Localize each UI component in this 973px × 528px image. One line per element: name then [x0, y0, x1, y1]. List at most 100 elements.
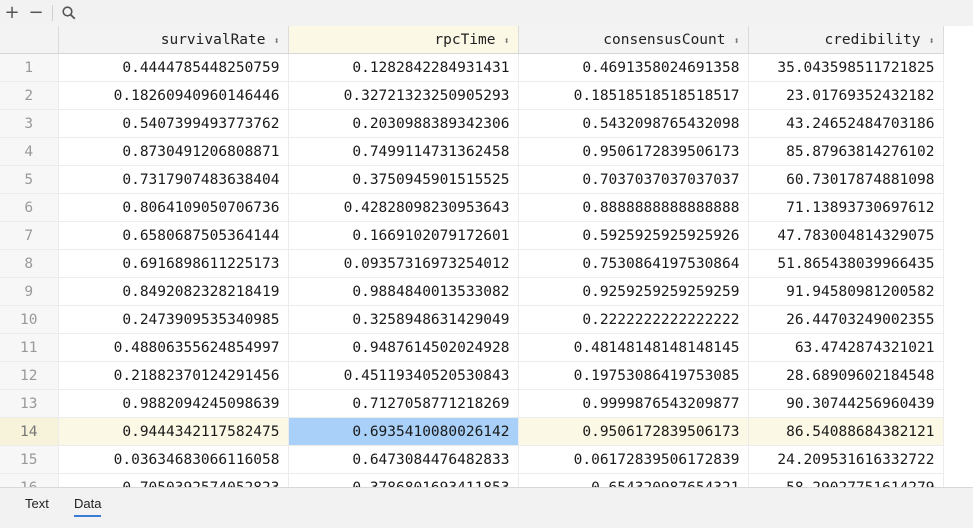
table-cell[interactable]: 0.1282842284931431 [288, 53, 519, 82]
column-header-credibility[interactable]: credibility ⬍ [748, 26, 944, 54]
table-cell[interactable]: 91.94580981200582 [748, 277, 944, 306]
table-cell[interactable]: 0.19753086419753085 [518, 361, 749, 390]
table-cell[interactable]: 0.6935410080026142 [288, 417, 519, 446]
table-row[interactable]: 3 0.5407399493773762 0.2030988389342306 0.5… [0, 109, 944, 138]
table-cell[interactable]: 0.4444785448250759 [58, 53, 289, 82]
table-cell[interactable]: 28.68909602184548 [748, 361, 944, 390]
add-row-button[interactable]: + [0, 1, 24, 25]
table-cell[interactable]: 0.9506172839506173 [518, 137, 749, 166]
table-cell[interactable]: 0.2473909535340985 [58, 305, 289, 334]
table-cell[interactable]: 0.8888888888888888 [518, 193, 749, 222]
table-cell[interactable]: 0.9884840013533082 [288, 277, 519, 306]
table-cell[interactable]: 0.9999876543209877 [518, 389, 749, 418]
table-cell[interactable]: 0.18260940960146446 [58, 81, 289, 110]
row-number: 1 [0, 53, 59, 82]
table-cell[interactable]: 0.8492082328218419 [58, 277, 289, 306]
table-cell[interactable]: 58.29027751614279 [748, 473, 944, 487]
table-row[interactable]: 6 0.8064109050706736 0.42828098230953643 0.… [0, 193, 944, 222]
table-cell[interactable]: 0.7050392574052823 [58, 473, 289, 487]
table-row[interactable]: 14 0.9444342117582475 0.6935410080026142 0.… [0, 417, 944, 446]
search-icon[interactable] [57, 1, 81, 25]
table-cell[interactable]: 26.44703249002355 [748, 305, 944, 334]
table-row[interactable]: 10 0.2473909535340985 0.3258948631429049 0.… [0, 305, 944, 334]
table-cell[interactable]: 0.3750945901515525 [288, 165, 519, 194]
row-number: 9 [0, 277, 59, 306]
table-cell[interactable]: 90.30744256960439 [748, 389, 944, 418]
tab-data[interactable]: Data [74, 496, 102, 517]
table-row[interactable]: 5 0.7317907483638404 0.3750945901515525 0.7… [0, 165, 944, 194]
table-cell[interactable]: 0.9882094245098639 [58, 389, 289, 418]
table-cell[interactable]: 0.7499114731362458 [288, 137, 519, 166]
column-header-survivalrate[interactable]: survivalRate ⬍ [58, 26, 289, 54]
table-cell[interactable]: 0.7317907483638404 [58, 165, 289, 194]
table-cell[interactable]: 0.9444342117582475 [58, 417, 289, 446]
table-cell[interactable]: 86.54088684382121 [748, 417, 944, 446]
table-cell[interactable]: 0.7530864197530864 [518, 249, 749, 278]
table-row[interactable]: 8 0.6916898611225173 0.09357316973254012 0.… [0, 249, 944, 278]
table-row[interactable]: 11 0.48806355624854997 0.9487614502024928 0… [0, 333, 944, 362]
table-row[interactable]: 1 0.4444785448250759 0.1282842284931431 0.4… [0, 53, 944, 82]
table-cell[interactable]: 0.7127058771218269 [288, 389, 519, 418]
table-cell[interactable]: 85.87963814276102 [748, 137, 944, 166]
row-number: 4 [0, 137, 59, 166]
table-cell[interactable]: 51.865438039966435 [748, 249, 944, 278]
table-cell[interactable]: 63.4742874321021 [748, 333, 944, 362]
table-row[interactable]: 13 0.9882094245098639 0.7127058771218269 0.… [0, 389, 944, 418]
table-cell[interactable]: 0.5432098765432098 [518, 109, 749, 138]
table-cell[interactable]: 0.5925925925925926 [518, 221, 749, 250]
table-cell[interactable]: 0.5407399493773762 [58, 109, 289, 138]
table-cell[interactable]: 0.03634683066116058 [58, 445, 289, 474]
table-cell[interactable]: 0.8730491206808871 [58, 137, 289, 166]
table-cell[interactable]: 0.8064109050706736 [58, 193, 289, 222]
remove-row-button[interactable]: − [24, 1, 48, 25]
sort-icon[interactable]: ⬍ [732, 36, 739, 47]
table-cell[interactable]: 0.06172839506172839 [518, 445, 749, 474]
sort-icon[interactable]: ⬍ [502, 36, 509, 47]
table-row[interactable]: 7 0.6580687505364144 0.1669102079172601 0.5… [0, 221, 944, 250]
table-cell[interactable]: 47.783004814329075 [748, 221, 944, 250]
table-cell[interactable]: 43.24652484703186 [748, 109, 944, 138]
table-cell[interactable]: 0.9506172839506173 [518, 417, 749, 446]
table-cell[interactable]: 0.21882370124291456 [58, 361, 289, 390]
table-cell[interactable]: 0.4691358024691358 [518, 53, 749, 82]
table-cell[interactable]: 0.18518518518518517 [518, 81, 749, 110]
table-row[interactable]: 15 0.03634683066116058 0.6473084476482833 0… [0, 445, 944, 474]
row-number: 11 [0, 333, 59, 362]
table-cell[interactable]: 0.7037037037037037 [518, 165, 749, 194]
table-cell[interactable]: 0.45119340520530843 [288, 361, 519, 390]
table-cell[interactable]: 0.09357316973254012 [288, 249, 519, 278]
table-row[interactable]: 9 0.8492082328218419 0.9884840013533082 0.9… [0, 277, 944, 306]
table-cell[interactable]: 0.48148148148148145 [518, 333, 749, 362]
table-cell[interactable]: 0.6580687505364144 [58, 221, 289, 250]
table-cell[interactable]: 0.9487614502024928 [288, 333, 519, 362]
table-cell[interactable]: 0.654320987654321 [518, 473, 749, 487]
table-cell[interactable]: 23.01769352432182 [748, 81, 944, 110]
toolbar-divider [52, 5, 53, 21]
table-cell[interactable]: 0.3786801693411853 [288, 473, 519, 487]
table-cell[interactable]: 0.3258948631429049 [288, 305, 519, 334]
table-row[interactable]: 160.70503925740528230.37868016934118530.… [0, 473, 944, 487]
table-cell[interactable]: 71.13893730697612 [748, 193, 944, 222]
column-header-rpctime[interactable]: rpcTime ⬍ [288, 26, 519, 54]
table-cell[interactable]: 0.1669102079172601 [288, 221, 519, 250]
table-cell[interactable]: 0.9259259259259259 [518, 277, 749, 306]
table-row[interactable]: 12 0.21882370124291456 0.45119340520530843… [0, 361, 944, 390]
sort-icon[interactable]: ⬍ [272, 36, 279, 47]
table-cell[interactable]: 0.42828098230953643 [288, 193, 519, 222]
table-row[interactable]: 2 0.18260940960146446 0.32721323250905293 0… [0, 81, 944, 110]
table-cell[interactable]: 0.6473084476482833 [288, 445, 519, 474]
table-row[interactable]: 4 0.8730491206808871 0.7499114731362458 0.9… [0, 137, 944, 166]
tab-text[interactable]: Text [25, 496, 49, 511]
table-cell[interactable]: 0.2222222222222222 [518, 305, 749, 334]
sort-icon[interactable]: ⬍ [927, 36, 934, 47]
table-cell[interactable]: 0.6916898611225173 [58, 249, 289, 278]
table-cell[interactable]: 35.043598511721825 [748, 53, 944, 82]
table-cell[interactable]: 24.209531616332722 [748, 445, 944, 474]
table-cell[interactable]: 60.73017874881098 [748, 165, 944, 194]
row-number: 5 [0, 165, 59, 194]
table-cell[interactable]: 0.2030988389342306 [288, 109, 519, 138]
table-cell[interactable]: 0.48806355624854997 [58, 333, 289, 362]
column-header-consensuscount[interactable]: consensusCount ⬍ [518, 26, 749, 54]
data-grid[interactable]: survivalRate ⬍ rpcTime ⬍ consensusCount ⬍ c… [0, 26, 973, 487]
table-cell[interactable]: 0.32721323250905293 [288, 81, 519, 110]
